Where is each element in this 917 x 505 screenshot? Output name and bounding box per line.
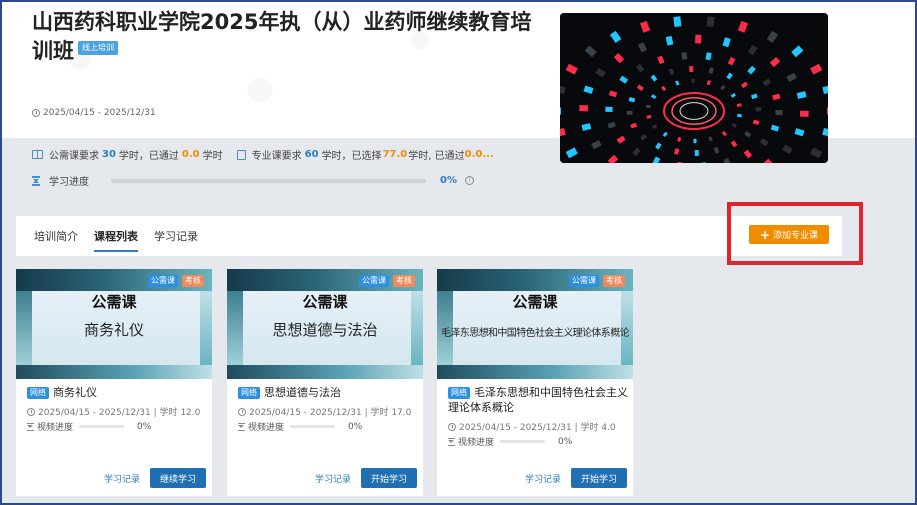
study-record-link[interactable]: 学习记录 [315,472,351,485]
tunnel-graphic [560,13,828,163]
start-study-button[interactable]: 开始学习 [571,468,627,488]
tabs-bar: 培训简介 课程列表 学习记录 [16,216,842,256]
tab-course-list[interactable]: 课程列表 [94,216,138,256]
cover-subtitle: 公需课 [91,293,137,311]
hours-requirement-row: 公需课要求 30 学时，已通过 0.0 学时 专业课要求 60 学时，已选择 7… [32,147,494,162]
tunnel-segment [694,149,699,156]
video-progress: 视频进度 0% [448,435,572,448]
tab-training-intro[interactable]: 培训简介 [34,216,78,256]
document-icon [236,149,246,160]
highlight-annotation [727,202,863,265]
tunnel-segment [706,16,715,28]
tunnel-segment [689,66,694,73]
public-passed-hours: 0.0 [181,149,200,160]
video-progress: 视频进度 0% [27,420,151,433]
course-card[interactable]: 公需课 商务礼仪 公需课 考核 网络 商务礼仪 2025/04/15 - 2025… [16,269,212,496]
course-title[interactable]: 网络 思想道德与法治 [238,385,418,400]
cover-subtitle: 公需课 [512,293,558,311]
course-meta: 2025/04/15 - 2025/12/31 | 学时 12.0 [27,405,200,418]
clock-icon [27,407,35,416]
online-tag: 网络 [27,387,49,399]
clock-icon [448,422,456,431]
hourglass-icon [238,422,245,431]
start-study-button[interactable]: 开始学习 [361,468,417,488]
tab-study-records[interactable]: 学习记录 [154,216,198,256]
cover-course-title: 商务礼仪 [83,321,144,339]
course-card[interactable]: 公需课 思想道德与法治 公需课 考核 网络 思想道德与法治 2025/04/15 … [227,269,423,496]
course-cover: 公需课 毛泽东思想和中国特色社会主义理论体系概论 公需课 考核 [437,269,633,379]
tunnel-segment [681,51,688,60]
public-required-hours: 30 [102,149,116,160]
public-course-tag: 公需课 [148,275,178,287]
tunnel-segment [560,107,561,115]
tunnel-segment [755,107,762,112]
exam-tag: 考核 [393,275,415,287]
info-icon[interactable]: i [464,176,474,185]
pro-passed-hours: 0.0... [464,149,494,160]
online-tag: 网络 [238,387,260,399]
study-progress-row: 学习进度 0% i [32,173,474,188]
study-progress-label: 学习进度 [49,177,89,188]
course-card[interactable]: 公需课 毛泽东思想和中国特色社会主义理论体系概论 公需课 考核 网络 毛泽东思想和… [437,269,633,496]
course-title[interactable]: 网络 商务礼仪 [27,385,207,400]
pro-selected-hours: 77.0 [382,149,408,160]
tunnel-segment [691,78,695,84]
continue-study-button[interactable]: 继续学习 [150,468,206,488]
clock-icon [238,407,246,416]
training-cover-image [560,13,828,163]
video-progress: 视频进度 0% [238,420,362,433]
tunnel-segment [827,107,828,115]
hourglass-icon [32,175,40,186]
cover-course-title: 毛泽东思想和中国特色社会主义理论体系概论 [441,328,630,339]
tunnel-segment [579,105,589,112]
tunnel-segment [673,16,682,28]
public-course-tag: 公需课 [359,275,389,287]
hourglass-icon [448,437,455,446]
video-progress-bar [500,440,546,443]
public-course-tag: 公需课 [569,275,599,287]
tunnel-segment [693,138,697,144]
video-progress-bar [79,425,125,428]
clock-icon [32,109,40,117]
cover-course-title: 思想道德与法治 [272,321,378,339]
page-title: 山西药科职业学院2025年执（从）业药师继续教育培训班 线上培训 [32,10,532,63]
course-cover: 公需课 思想道德与法治 公需课 考核 [227,269,423,379]
cover-subtitle: 公需课 [302,293,348,311]
study-progress-bar [111,178,426,183]
course-meta: 2025/04/15 - 2025/12/31 | 学时 17.0 [238,405,411,418]
tunnel-segment [799,110,809,117]
study-record-link[interactable]: 学习记录 [525,472,561,485]
tunnel-segment [775,109,783,116]
study-record-link[interactable]: 学习记录 [104,472,140,485]
pro-required-hours: 60 [304,149,319,160]
course-meta: 2025/04/15 - 2025/12/31 | 学时 4.0 [448,420,616,433]
tunnel-segment [626,110,633,115]
course-title[interactable]: 网络 毛泽东思想和中国特色社会主义理论体系概论 [448,385,628,415]
online-training-badge: 线上培训 [78,41,118,55]
tunnel-segment [695,34,702,44]
course-cover: 公需课 商务礼仪 公需课 考核 [16,269,212,379]
video-progress-bar [290,425,336,428]
book-icon [32,150,43,159]
online-tag: 网络 [448,387,470,399]
exam-tag: 考核 [182,275,204,287]
study-progress-percent: 0% [440,175,457,186]
training-date-range: 2025/04/15 - 2025/12/31 [32,108,156,118]
exam-tag: 考核 [603,275,625,287]
tunnel-segment [605,106,613,113]
hourglass-icon [27,422,34,431]
